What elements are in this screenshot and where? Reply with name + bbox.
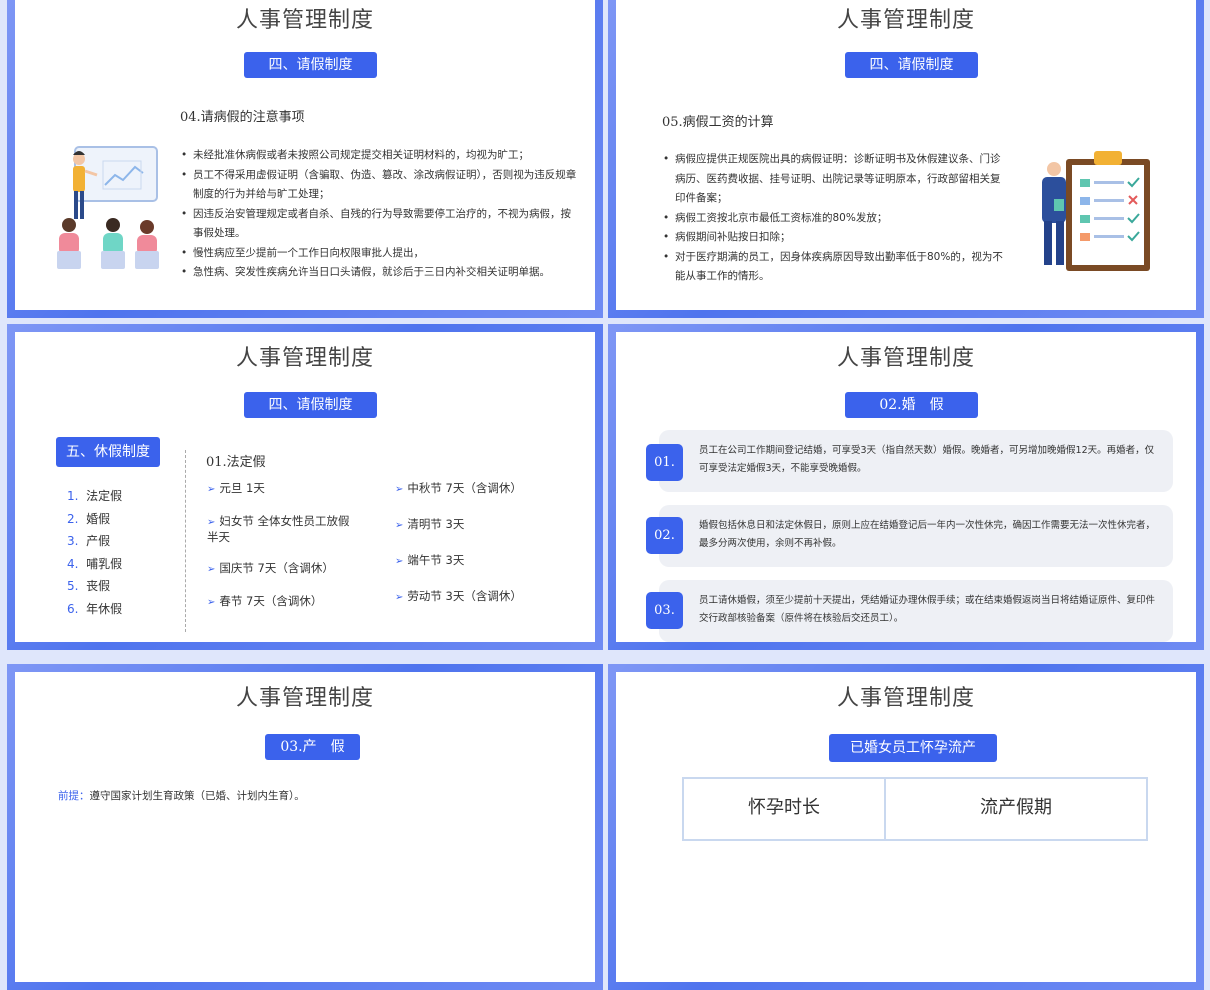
table-header: 流产假期 <box>980 797 1052 818</box>
slide-maternity-leave: 人事管理制度 03.产 假 前提：遵守国家计划生育政策（已婚、计划内生育）。 <box>7 664 603 990</box>
premise-text: 遵守国家计划生育政策（已婚、计划内生育）。 <box>89 790 305 802</box>
slide-title: 人事管理制度 <box>836 346 975 371</box>
list-item: 6. 年休假 <box>67 601 123 616</box>
card-number: 01. <box>646 444 683 481</box>
list-item: 1. 法定假 <box>67 489 123 503</box>
list-item: 急性病、突发性疾病允许当日口头请假，就诊后于三日内补交相关证明单据。 <box>180 263 580 283</box>
meeting-illustration <box>57 146 159 269</box>
slide-miscarriage-leave: 人事管理制度 已婚女员工怀孕流产 怀孕时长 流产假期 <box>608 664 1204 990</box>
section-pill: 02.婚 假 <box>845 392 978 418</box>
list-item: 病假应提供正规医院出具的病假证明：诊断证明书及休假建议条、门诊病历、医药费收据、… <box>662 150 1007 209</box>
slide-title: 人事管理制度 <box>836 8 975 33</box>
section-pill: 已婚女员工怀孕流产 <box>829 734 997 762</box>
list-item: 对于医疗期满的员工，因身体疾病原因导致出勤率低于80%的，视为不能从事工作的情形… <box>662 248 1007 287</box>
rule-card: 02. 婚假包括休息日和法定休假日，原则上应在结婚登记后一年内一次性休完，确因工… <box>646 505 1173 567</box>
slide-vacation-policy: 人事管理制度 四、请假制度 五、休假制度 1. 法定假 2. 婚假 3. 产假 … <box>7 324 603 650</box>
pay-list: 病假应提供正规医院出具的病假证明：诊断证明书及休假建议条、门诊病历、医药费收据、… <box>662 150 1007 287</box>
list-item: 2. 婚假 <box>67 511 111 526</box>
table-header: 怀孕时长 <box>748 797 820 818</box>
section-pill: 03.产 假 <box>265 734 360 760</box>
leave-table: 怀孕时长 流产假期 <box>682 777 1148 841</box>
card-text: 员工在公司工作期间登记结婚，可享受3天（指自然天数）婚假。晚婚者，可另增加晚婚假… <box>699 445 1155 474</box>
card-number: 03. <box>646 592 683 629</box>
holiday-item: ➢ 劳动节 3天（含调休） <box>395 589 522 603</box>
premise-label: 前提： <box>58 790 90 802</box>
holiday-item: ➢ 端午节 3天 <box>395 553 465 567</box>
vacation-type-list: 1. 法定假 2. 婚假 3. 产假 4. 哺乳假 5. 丧假 6. 年休假 <box>67 485 122 620</box>
holiday-item: ➢ 国庆节 7天（含调休） <box>207 561 334 575</box>
list-item: 3. 产假 <box>67 534 111 548</box>
list-item: 因违反治安管理规定或者自杀、自残的行为导致需要停工治疗的，不视为病假，按事假处理… <box>180 205 580 244</box>
list-item: 5. 丧假 <box>67 579 111 593</box>
card-text: 员工请休婚假，须至少提前十天提出，凭结婚证办理休假手续；或在结束婚假返岗当日将结… <box>699 595 1156 624</box>
list-item: 员工不得采用虚假证明（含骗取、伪造、篡改、涂改病假证明），否则视为违反规章制度的… <box>180 166 580 205</box>
slide-title: 人事管理制度 <box>235 8 374 33</box>
list-item: 慢性病应至少提前一个工作日向权限审批人提出， <box>180 244 580 264</box>
slide-title: 人事管理制度 <box>235 346 374 371</box>
premise: 前提：遵守国家计划生育政策（已婚、计划内生育）。 <box>58 788 305 803</box>
clipboard-illustration <box>1042 151 1150 271</box>
section-pill: 四、请假制度 <box>845 52 978 78</box>
subtitle: 01.法定假 <box>206 455 266 470</box>
holiday-item: ➢ 妇女节 全体女性员工放假半天 <box>207 514 350 544</box>
slide-title: 人事管理制度 <box>836 686 975 711</box>
section-pill: 四、请假制度 <box>244 392 377 418</box>
holiday-item: ➢ 春节 7天（含调休） <box>207 594 323 608</box>
rule-card: 01. 员工在公司工作期间登记结婚，可享受3天（指自然天数）婚假。晚婚者，可另增… <box>646 430 1173 492</box>
card-number: 02. <box>646 517 683 554</box>
card-text: 婚假包括休息日和法定休假日，原则上应在结婚登记后一年内一次性休完，确因工作需要无… <box>699 520 1156 549</box>
divider <box>185 450 186 632</box>
holiday-item: ➢ 元旦 1天 <box>207 481 265 495</box>
list-item: 未经批准休病假或者未按照公司规定提交相关证明材料的，均视为旷工； <box>180 146 580 166</box>
list-item: 病假期间补贴按日扣除； <box>662 228 1007 248</box>
slide-sick-leave-notes: 人事管理制度 四、请假制度 04.请病假的注意事项 未经批准休病假或者未按照公司… <box>7 0 603 318</box>
slide-title: 人事管理制度 <box>235 686 374 711</box>
holiday-item: ➢ 中秋节 7天（含调休） <box>395 481 522 495</box>
slide-marriage-leave: 人事管理制度 02.婚 假 01. 员工在公司工作期间登记结婚，可享受3天（指自… <box>608 324 1204 650</box>
holiday-item: ➢ 清明节 3天 <box>395 517 465 531</box>
side-title: 五、休假制度 <box>56 437 160 467</box>
subtitle: 05.病假工资的计算 <box>662 115 774 130</box>
rule-card: 03. 员工请休婚假，须至少提前十天提出，凭结婚证办理休假手续；或在结束婚假返岗… <box>646 580 1173 642</box>
subtitle: 04.请病假的注意事项 <box>180 110 305 125</box>
section-pill: 四、请假制度 <box>244 52 377 78</box>
slide-sick-pay: 人事管理制度 四、请假制度 05.病假工资的计算 病假应提供正规医院出具的病假证… <box>608 0 1204 318</box>
notes-list: 未经批准休病假或者未按照公司规定提交相关证明材料的，均视为旷工； 员工不得采用虚… <box>180 146 580 283</box>
list-item: 4. 哺乳假 <box>67 556 123 571</box>
list-item: 病假工资按北京市最低工资标准的80%发放； <box>662 209 1007 229</box>
